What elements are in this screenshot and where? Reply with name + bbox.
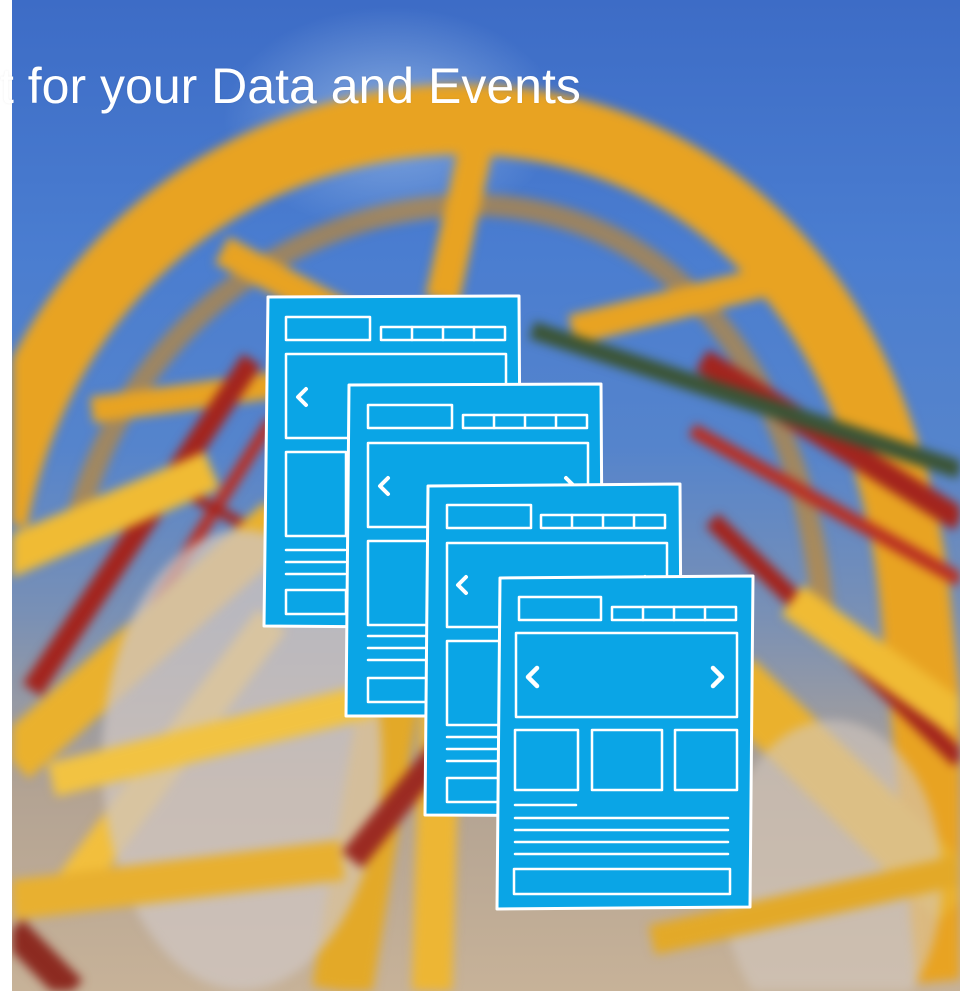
stacked-wireframe-pages-icon <box>262 294 755 911</box>
wireframe-page-4 <box>495 574 755 911</box>
